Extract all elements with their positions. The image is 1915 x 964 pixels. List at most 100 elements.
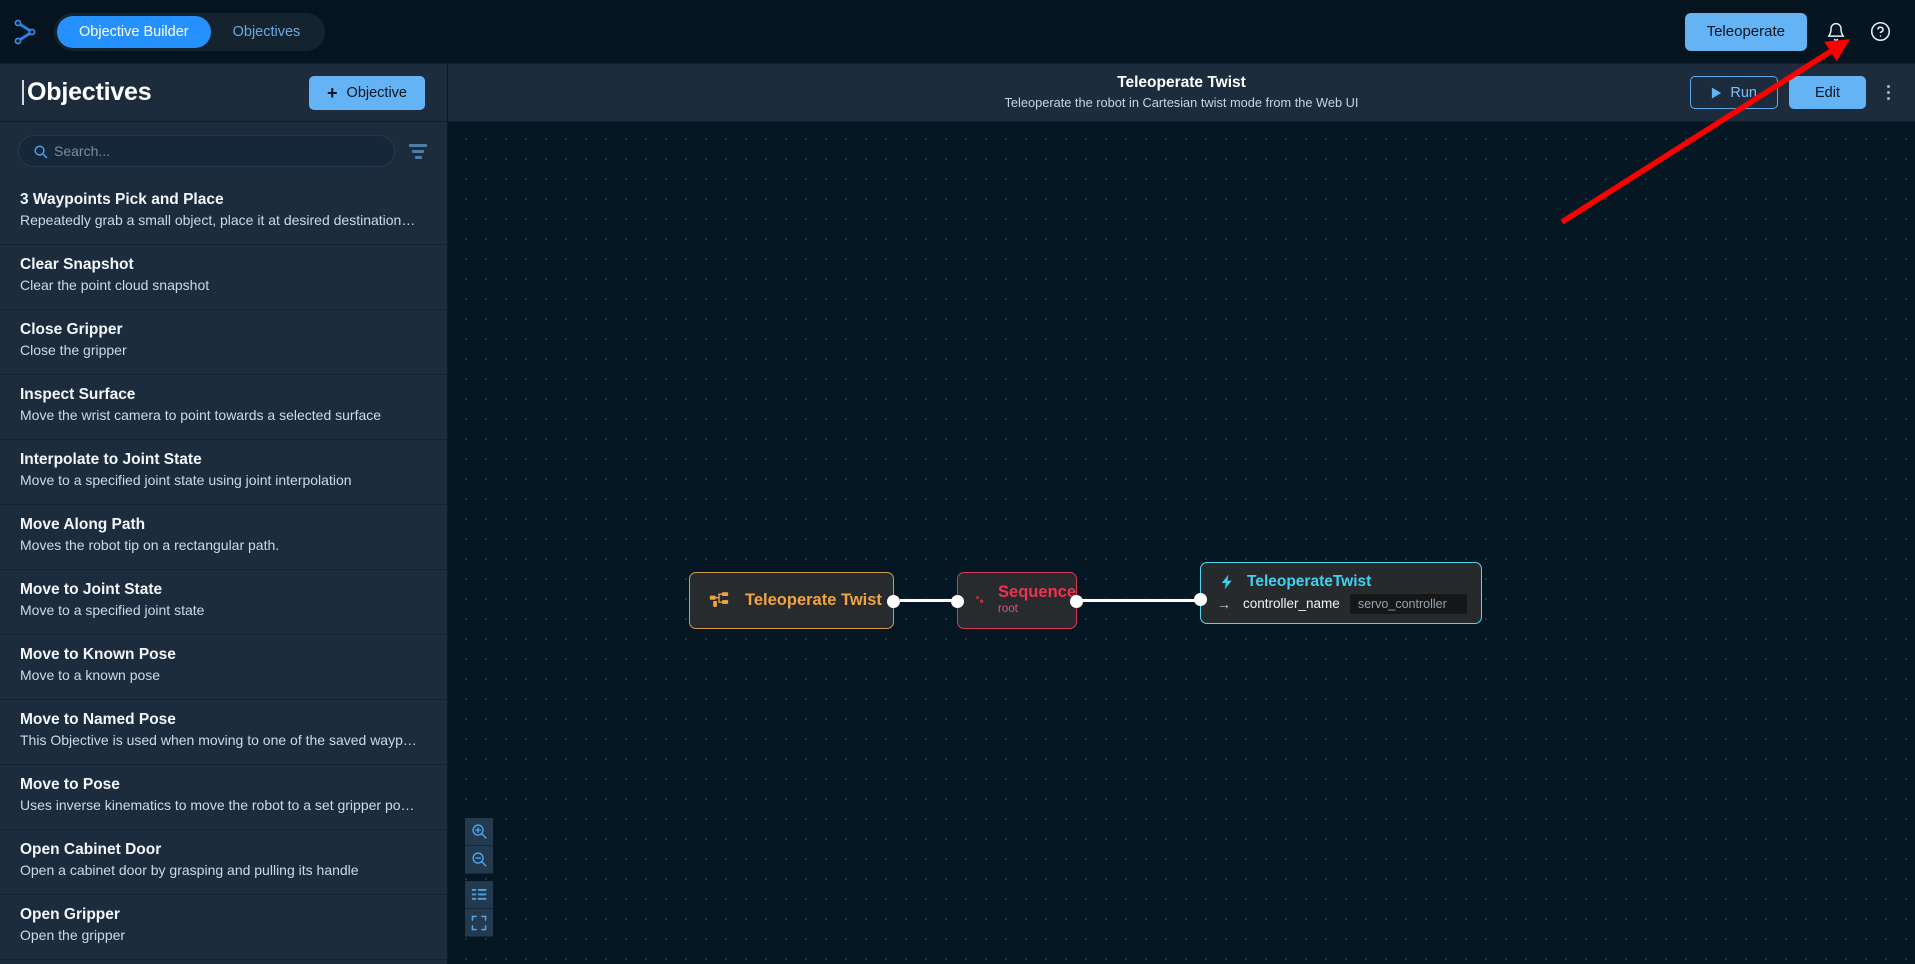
root-node-label: Teleoperate Twist bbox=[745, 591, 882, 609]
leaf-node-param-row: → controller_name servo_controller bbox=[1215, 593, 1467, 614]
teleoperate-button[interactable]: Teleoperate bbox=[1684, 12, 1807, 51]
objective-name: Close Gripper bbox=[20, 321, 123, 338]
root-node-output-port[interactable] bbox=[887, 595, 900, 608]
param-input-arrow-icon: → bbox=[1217, 595, 1231, 612]
top-bar: Objective Builder Objectives Teleoperate bbox=[0, 0, 1915, 64]
sequence-node-input-port[interactable] bbox=[951, 595, 964, 608]
run-label: Run bbox=[1730, 84, 1757, 101]
objective-name: Move to Known Pose bbox=[20, 646, 176, 663]
vertical-dots-icon-dot2 bbox=[1886, 91, 1890, 94]
objective-name: Open Gripper bbox=[20, 906, 120, 923]
add-objective-label: Objective bbox=[346, 84, 407, 101]
filter-bar-2 bbox=[412, 149, 424, 153]
fit-view-button[interactable] bbox=[465, 881, 493, 909]
zoom-out-icon bbox=[471, 852, 487, 867]
vertical-dots-icon-dot3 bbox=[1886, 97, 1890, 100]
list-item[interactable]: Open Gripper Open the gripper bbox=[0, 895, 447, 960]
app-logo[interactable] bbox=[0, 0, 52, 64]
leaf-node-input-port[interactable] bbox=[1194, 593, 1207, 606]
objective-name: Move to Named Pose bbox=[20, 711, 176, 728]
edge-root-to-sequence bbox=[900, 599, 958, 602]
fit-view-icon bbox=[471, 888, 486, 900]
behavior-tree-canvas[interactable]: Teleoperate Twist Sequence root Teleoper… bbox=[448, 123, 1915, 964]
objective-name: Move Along Path bbox=[20, 516, 146, 533]
objective-name: Open Cabinet Door bbox=[20, 841, 162, 858]
chevron-nodes-logo-icon bbox=[14, 19, 36, 44]
zoom-in-icon bbox=[471, 824, 487, 839]
list-item[interactable]: 3 Waypoints Pick and Place Repeatedly gra… bbox=[0, 180, 447, 245]
lightning-bolt-icon bbox=[1221, 574, 1232, 589]
node-teleoperate-twist-action[interactable]: TeleoperateTwist → controller_name servo… bbox=[1194, 562, 1482, 624]
list-item[interactable]: Interpolate to Joint State Move to a spec… bbox=[0, 440, 447, 505]
search-input[interactable] bbox=[54, 143, 380, 159]
list-item[interactable]: Open Cabinet Door Open a cabinet door by … bbox=[0, 830, 447, 895]
more-options-button[interactable] bbox=[1877, 78, 1899, 108]
node-teleoperate-twist-root[interactable]: Teleoperate Twist bbox=[689, 572, 900, 629]
filter-bar-3 bbox=[414, 155, 422, 159]
list-item[interactable]: Move to Named Pose This Objective is used… bbox=[0, 700, 447, 765]
objective-description: Open the gripper bbox=[20, 927, 126, 943]
notifications-button[interactable] bbox=[1821, 17, 1851, 47]
play-icon bbox=[1712, 87, 1722, 98]
list-item[interactable]: Close Gripper Close the gripper bbox=[0, 310, 447, 375]
objective-title: Teleoperate Twist bbox=[1117, 74, 1246, 92]
main-header: Teleoperate Twist Teleoperate the robot … bbox=[448, 64, 1915, 122]
objective-name: Clear Snapshot bbox=[20, 256, 134, 273]
help-button[interactable] bbox=[1865, 17, 1895, 47]
objective-name: Move to Joint State bbox=[20, 581, 163, 598]
leaf-node-title-row: TeleoperateTwist bbox=[1215, 573, 1467, 591]
filter-icon[interactable] bbox=[407, 143, 429, 159]
sequence-node-label: Sequence bbox=[998, 583, 1076, 602]
main-panel: Teleoperate Twist Teleoperate the robot … bbox=[448, 64, 1915, 964]
page-title: Objectives bbox=[22, 80, 152, 105]
sequence-node-output-port[interactable] bbox=[1070, 595, 1083, 608]
objective-description: Uses inverse kinematics to move the robo… bbox=[20, 797, 415, 813]
top-bar-actions: Teleoperate bbox=[1684, 12, 1915, 51]
node-sequence[interactable]: Sequence root bbox=[951, 572, 1083, 629]
objective-name: Interpolate to Joint State bbox=[20, 451, 202, 468]
tab-objectives[interactable]: Objectives bbox=[211, 16, 323, 48]
leaf-node-title: TeleoperateTwist bbox=[1247, 572, 1372, 590]
canvas-zoom-controls bbox=[465, 818, 493, 937]
main-header-actions: Run Edit bbox=[1690, 76, 1915, 109]
search-icon bbox=[34, 144, 48, 158]
objective-description: This Objective is used when moving to on… bbox=[20, 732, 417, 748]
add-objective-button[interactable]: + Objective bbox=[309, 75, 425, 110]
search-box[interactable] bbox=[18, 135, 395, 167]
list-item[interactable]: Inspect Surface Move the wrist camera to … bbox=[0, 375, 447, 440]
objective-name: Inspect Surface bbox=[20, 386, 136, 403]
sequence-node-sublabel: root bbox=[998, 602, 1018, 615]
list-item[interactable]: Open Lever Handle DoorOpen a lever handl… bbox=[0, 960, 447, 964]
list-item[interactable]: Move to Joint State Move to a specified j… bbox=[0, 570, 447, 635]
objectives-sidebar: Objectives + Objective 3 Waypoints Pick … bbox=[0, 64, 448, 964]
fullscreen-icon bbox=[471, 915, 487, 930]
vertical-dots-icon-dot1 bbox=[1886, 85, 1890, 88]
zoom-out-button[interactable] bbox=[465, 846, 493, 874]
list-item[interactable]: Move to Pose Uses inverse kinematics to m… bbox=[0, 765, 447, 830]
edit-button[interactable]: Edit bbox=[1789, 76, 1866, 109]
objective-description: Move the wrist camera to point towards a… bbox=[20, 407, 382, 423]
tab-objective-builder[interactable]: Objective Builder bbox=[57, 15, 211, 48]
objective-description: Open a cabinet door by grasping and pull… bbox=[20, 862, 359, 878]
gears-icon bbox=[975, 595, 984, 604]
edge-sequence-to-leaf bbox=[1077, 599, 1205, 602]
plus-icon: + bbox=[327, 82, 338, 103]
sequence-node-text: Sequence root bbox=[998, 583, 1076, 617]
objective-description: Move to a specified joint state bbox=[20, 602, 205, 618]
objectives-list[interactable]: 3 Waypoints Pick and Place Repeatedly gra… bbox=[0, 180, 447, 964]
objective-name: Move to Pose bbox=[20, 776, 120, 793]
run-button[interactable]: Run bbox=[1690, 76, 1778, 109]
help-circle-icon bbox=[1870, 21, 1890, 42]
objective-description: Close the gripper bbox=[20, 342, 127, 358]
fullscreen-button[interactable] bbox=[465, 909, 493, 937]
param-value-field[interactable]: servo_controller bbox=[1349, 593, 1467, 614]
objective-subtitle: Teleoperate the robot in Cartesian twist… bbox=[1004, 95, 1359, 111]
sidebar-search-row bbox=[0, 122, 447, 180]
mode-tab-group: Objective Builder Objectives bbox=[54, 12, 326, 51]
list-item[interactable]: Clear Snapshot Clear the point cloud snap… bbox=[0, 245, 447, 310]
objective-description: Move to a known pose bbox=[20, 667, 161, 683]
list-item[interactable]: Move to Known Pose Move to a known pose bbox=[0, 635, 447, 700]
objective-description: Move to a specified joint state using jo… bbox=[20, 472, 352, 488]
list-item[interactable]: Move Along Path Moves the robot tip on a … bbox=[0, 505, 447, 570]
zoom-in-button[interactable] bbox=[465, 818, 493, 846]
